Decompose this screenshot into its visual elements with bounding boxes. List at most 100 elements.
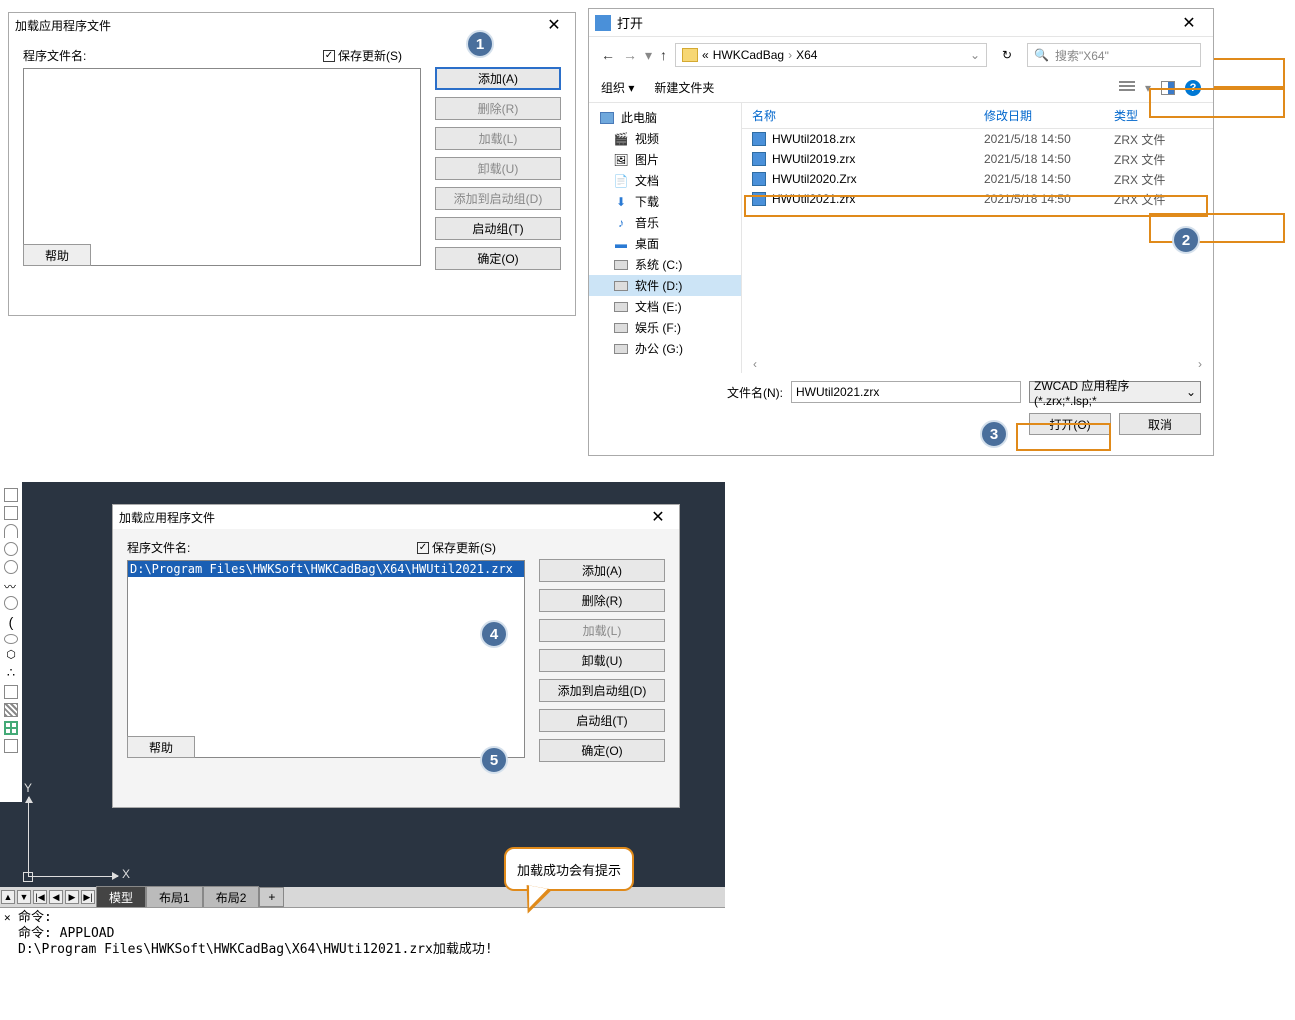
add-to-startup-button[interactable]: 添加到启动组(D)	[539, 679, 665, 702]
tool-icon[interactable]: 〰	[4, 578, 18, 592]
filename-input[interactable]	[791, 381, 1021, 403]
program-files-listbox[interactable]: D:\Program Files\HWKSoft\HWKCadBag\X64\H…	[127, 560, 525, 758]
sidebar-item-downloads[interactable]: ⬇下载	[589, 191, 741, 212]
list-item[interactable]: D:\Program Files\HWKSoft\HWKCadBag\X64\H…	[128, 561, 524, 577]
scroll-right-icon[interactable]: ›	[1193, 357, 1207, 371]
sidebar-item-drive-c[interactable]: 系统 (C:)	[589, 254, 741, 275]
load-button[interactable]: 加载(L)	[539, 619, 665, 642]
unload-button[interactable]: 卸载(U)	[539, 649, 665, 672]
file-list[interactable]: 名称 修改日期 类型 HWUtil2018.zrx 2021/5/18 14:5…	[741, 103, 1213, 373]
file-row[interactable]: HWUtil2018.zrx 2021/5/18 14:50 ZRX 文件	[742, 129, 1213, 149]
step-badge-1: 1	[466, 30, 494, 58]
close-cmdline-icon[interactable]: ✕	[4, 910, 11, 926]
tab-nav-up-icon[interactable]: ▲	[1, 890, 15, 904]
close-icon[interactable]: ✕	[1171, 13, 1207, 33]
horizontal-scrollbar[interactable]: ‹ ›	[748, 357, 1207, 371]
organize-menu[interactable]: 组织 ▾	[601, 79, 634, 96]
save-updates-checkbox[interactable]: ✓保存更新(S)	[323, 47, 402, 64]
sidebar-item-drive-e[interactable]: 文档 (E:)	[589, 296, 741, 317]
tool-icon[interactable]	[4, 560, 18, 574]
add-to-startup-button[interactable]: 添加到启动组(D)	[435, 187, 561, 210]
tab-nav-prev-icon[interactable]: ◀	[49, 890, 63, 904]
sidebar-item-drive-d[interactable]: 软件 (D:)	[589, 275, 741, 296]
tab-nav-last-icon[interactable]: ▶|	[81, 890, 95, 904]
filter-dropdown[interactable]: ZWCAD 应用程序 (*.zrx;*.lsp;*⌄	[1029, 381, 1201, 403]
tool-icon[interactable]	[4, 721, 18, 735]
tool-icon[interactable]	[4, 542, 18, 556]
recent-dropdown-icon[interactable]: ▾	[645, 47, 652, 64]
chevron-right-icon[interactable]: ›	[788, 48, 792, 62]
breadcrumb[interactable]: « HWKCadBag › X64 ⌄	[675, 43, 987, 67]
folder-tree[interactable]: 此电脑 🎬视频 🖼图片 📄文档 ⬇下载 ♪音乐 ▬桌面 系统 (C:) 软件 (…	[589, 103, 741, 373]
tool-icon[interactable]: ⬡	[6, 648, 16, 661]
tool-icon[interactable]	[4, 596, 18, 610]
tab-model[interactable]: 模型	[96, 886, 146, 909]
forward-icon[interactable]: →	[623, 47, 637, 63]
search-icon: 🔍	[1034, 48, 1049, 62]
sidebar-item-music[interactable]: ♪音乐	[589, 212, 741, 233]
view-icon[interactable]	[1119, 81, 1135, 95]
tool-icon[interactable]	[4, 524, 18, 538]
tool-icon[interactable]	[4, 634, 18, 644]
tool-icon[interactable]: (	[9, 614, 14, 630]
tool-icon[interactable]	[4, 739, 18, 753]
new-folder-button[interactable]: 新建文件夹	[654, 79, 714, 96]
folder-icon	[682, 48, 698, 62]
back-icon[interactable]: ←	[601, 47, 615, 63]
startup-group-button[interactable]: 启动组(T)	[435, 217, 561, 240]
save-updates-checkbox[interactable]: ✓保存更新(S)	[417, 539, 496, 556]
sidebar-item-drive-g[interactable]: 办公 (G:)	[589, 338, 741, 359]
tool-icon[interactable]	[4, 685, 18, 699]
ok-button[interactable]: 确定(O)	[435, 247, 561, 270]
column-header[interactable]: 名称 修改日期 类型	[742, 103, 1213, 129]
up-icon[interactable]: ↑	[660, 47, 667, 63]
help-button[interactable]: 帮助	[23, 244, 91, 266]
scroll-left-icon[interactable]: ‹	[748, 357, 762, 371]
close-icon[interactable]: ✕	[539, 15, 569, 35]
tab-nav-next-icon[interactable]: ▶	[65, 890, 79, 904]
help-button[interactable]: 帮助	[127, 736, 195, 758]
tool-icon[interactable]: ∴	[7, 665, 15, 681]
cancel-button[interactable]: 取消	[1119, 413, 1201, 435]
tool-icon[interactable]	[4, 506, 18, 520]
sidebar-item-desktop[interactable]: ▬桌面	[589, 233, 741, 254]
tab-add-button[interactable]: +	[259, 887, 284, 907]
startup-group-button[interactable]: 启动组(T)	[539, 709, 665, 732]
open-button[interactable]: 打开(O)	[1029, 413, 1111, 435]
tab-layout2[interactable]: 布局2	[203, 886, 260, 909]
tab-layout1[interactable]: 布局1	[146, 886, 203, 909]
delete-button[interactable]: 删除(R)	[435, 97, 561, 120]
unload-button[interactable]: 卸载(U)	[435, 157, 561, 180]
program-files-listbox[interactable]	[23, 68, 421, 266]
view-dropdown-icon[interactable]: ▾	[1145, 81, 1151, 95]
refresh-icon[interactable]: ↻	[995, 43, 1019, 67]
tab-nav-down-icon[interactable]: ▼	[17, 890, 31, 904]
sidebar-item-this-pc[interactable]: 此电脑	[589, 107, 741, 128]
add-button[interactable]: 添加(A)	[539, 559, 665, 582]
load-button[interactable]: 加载(L)	[435, 127, 561, 150]
sidebar-item-pictures[interactable]: 🖼图片	[589, 149, 741, 170]
preview-pane-icon[interactable]	[1161, 81, 1175, 95]
help-icon[interactable]: ?	[1185, 80, 1201, 96]
add-button[interactable]: 添加(A)	[435, 67, 561, 90]
step-badge-2: 2	[1172, 226, 1200, 254]
program-files-label: 程序文件名:	[127, 539, 417, 556]
file-row[interactable]: HWUtil2020.Zrx 2021/5/18 14:50 ZRX 文件	[742, 169, 1213, 189]
titlebar[interactable]: 加载应用程序文件 ✕	[113, 505, 679, 529]
sidebar-item-documents[interactable]: 📄文档	[589, 170, 741, 191]
tool-icon[interactable]	[4, 488, 18, 502]
sidebar-item-drive-f[interactable]: 娱乐 (F:)	[589, 317, 741, 338]
tool-icon[interactable]	[4, 703, 18, 717]
sidebar-item-video[interactable]: 🎬视频	[589, 128, 741, 149]
command-line[interactable]: ✕ 命令: 命令: APPLOAD D:\Program Files\HWKSo…	[0, 907, 725, 960]
file-row[interactable]: HWUtil2019.zrx 2021/5/18 14:50 ZRX 文件	[742, 149, 1213, 169]
file-row[interactable]: HWUtil2021.zrx 2021/5/18 14:50 ZRX 文件	[742, 189, 1213, 209]
titlebar[interactable]: 打开 ✕	[589, 9, 1213, 37]
search-input[interactable]: 🔍 搜索"X64"	[1027, 43, 1201, 67]
chevron-down-icon[interactable]: ⌄	[970, 48, 980, 62]
ok-button[interactable]: 确定(O)	[539, 739, 665, 762]
program-files-label: 程序文件名:	[23, 47, 323, 64]
tab-nav-first-icon[interactable]: |◀	[33, 890, 47, 904]
delete-button[interactable]: 删除(R)	[539, 589, 665, 612]
close-icon[interactable]: ✕	[643, 507, 673, 527]
